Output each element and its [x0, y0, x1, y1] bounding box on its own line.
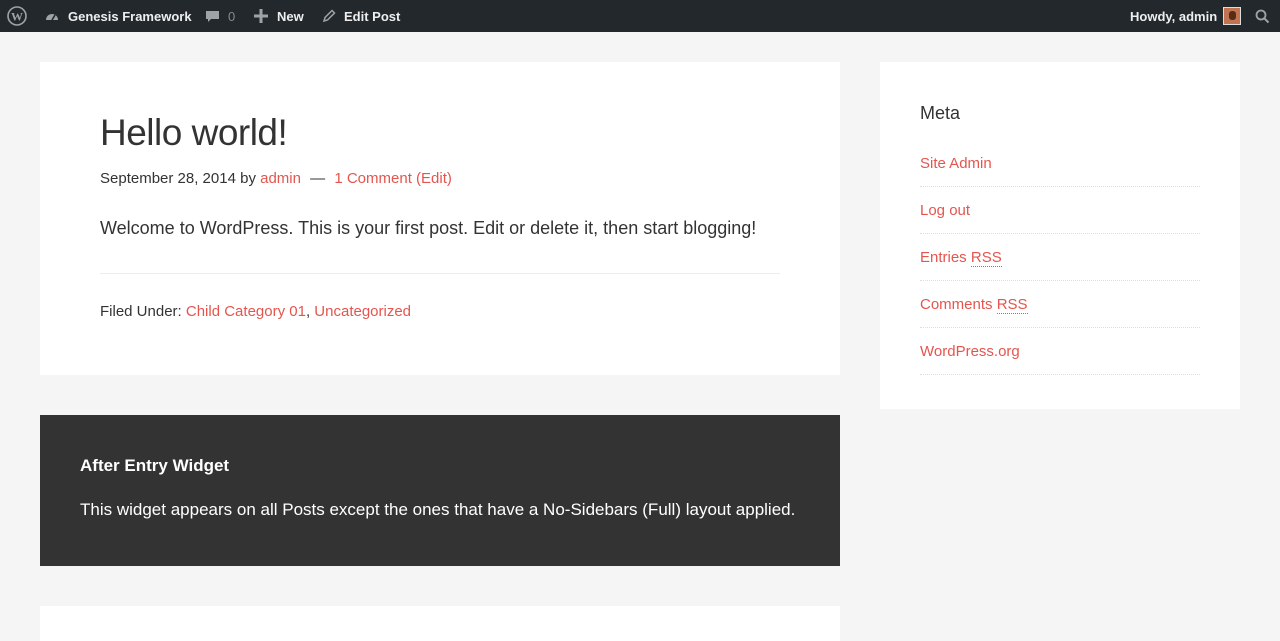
dashboard-icon: [44, 8, 60, 24]
widget-text: This widget appears on all Posts except …: [80, 500, 796, 519]
widget-title: After Entry Widget: [80, 456, 230, 475]
meta-item-site-admin[interactable]: Site Admin: [920, 140, 1200, 187]
author-link[interactable]: admin: [260, 170, 301, 187]
meta-list: Site Admin Log out Entries RSS Comments …: [920, 140, 1200, 375]
plus-icon: [254, 9, 268, 23]
post-date: September 28, 2014: [100, 170, 236, 187]
post-divider: [100, 273, 780, 274]
comments-link[interactable]: 1 Comment: [334, 170, 412, 187]
meta-link-label[interactable]: Comments RSS: [920, 295, 1028, 314]
meta-link-label[interactable]: Entries RSS: [920, 248, 1002, 267]
comment-count: 0: [228, 8, 236, 24]
category-link[interactable]: Child Category 01: [186, 303, 306, 320]
site-name-label: Genesis Framework: [68, 8, 192, 24]
sidebar-title: Meta: [920, 103, 961, 123]
sidebar-meta-widget: Meta Site Admin Log out Entries RSS Comm…: [880, 62, 1240, 409]
comment-bubble-icon: [205, 9, 220, 24]
admin-bar: W Genesis Framework 0 New Edit Post Howd…: [0, 0, 1280, 32]
meta-separator: —: [310, 170, 326, 187]
meta-link-label[interactable]: WordPress.org: [920, 343, 1020, 360]
meta-link-prefix: Entries: [920, 248, 971, 266]
post-content: Welcome to WordPress. This is your first…: [100, 218, 757, 238]
meta-item-comments-rss[interactable]: Comments RSS: [920, 281, 1200, 328]
rss-abbr: RSS: [970, 248, 1002, 267]
category-link[interactable]: Uncategorized: [314, 303, 411, 320]
meta-link-label[interactable]: Site Admin: [920, 155, 992, 172]
edit-post-menu[interactable]: Edit Post: [322, 0, 400, 32]
avatar: [1223, 7, 1242, 25]
comments-section: [40, 606, 840, 641]
meta-link-label[interactable]: Log out: [920, 202, 970, 219]
new-content-menu[interactable]: New: [254, 0, 304, 32]
search-icon[interactable]: [1255, 0, 1270, 32]
edit-link[interactable]: (Edit): [416, 170, 452, 187]
edit-post-label: Edit Post: [344, 8, 401, 24]
meta-item-entries-rss[interactable]: Entries RSS: [920, 234, 1200, 281]
meta-link-prefix: Comments: [920, 295, 997, 313]
post-title[interactable]: Hello world!: [100, 112, 288, 154]
meta-item-wordpress-org[interactable]: WordPress.org: [920, 328, 1200, 375]
meta-item-log-out[interactable]: Log out: [920, 187, 1200, 234]
post-by: by: [240, 170, 256, 187]
my-account-menu[interactable]: Howdy, admin: [1130, 0, 1242, 32]
svg-text:W: W: [11, 10, 23, 24]
post-meta: September 28, 2014 by admin — 1 Comment …: [100, 170, 452, 187]
post-footer: Filed Under: Child Category 01, Uncatego…: [100, 303, 411, 320]
post-entry: Hello world! September 28, 2014 by admin…: [40, 62, 840, 375]
site-name-menu[interactable]: Genesis Framework: [44, 0, 192, 32]
wordpress-logo-icon[interactable]: W: [7, 0, 27, 32]
comments-menu[interactable]: 0: [205, 0, 235, 32]
new-label: New: [277, 8, 304, 24]
pencil-icon: [322, 9, 336, 23]
category-comma: ,: [305, 303, 311, 320]
howdy-label: Howdy, admin: [1130, 8, 1218, 24]
after-entry-widget: After Entry Widget This widget appears o…: [40, 415, 840, 566]
rss-abbr: RSS: [996, 295, 1028, 314]
filed-under-label: Filed Under:: [100, 303, 182, 320]
